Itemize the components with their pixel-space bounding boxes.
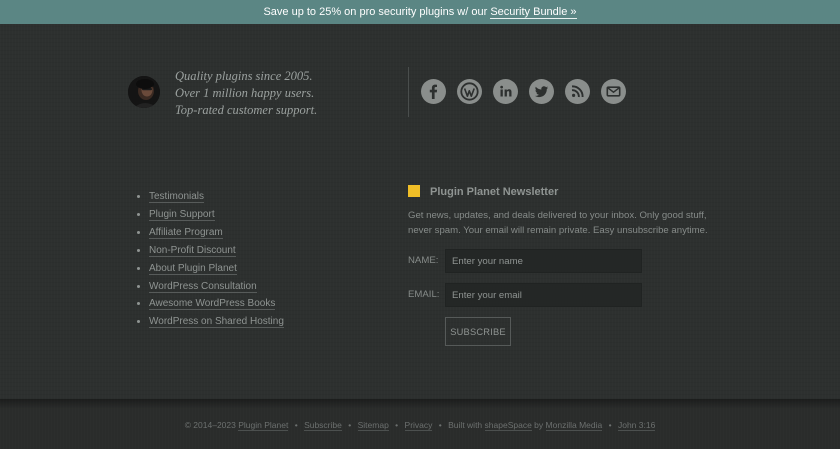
newsletter-description: Get news, updates, and deals delivered t… (408, 210, 708, 236)
newsletter-accent-square (408, 185, 420, 197)
page: Save up to 25% on pro security plugins w… (0, 0, 840, 472)
link-testimonials[interactable]: Testimonials (149, 191, 205, 203)
link-wordpress-consultation[interactable]: WordPress Consultation (149, 280, 257, 293)
link-awesome-wordpress-books[interactable]: Awesome WordPress Books (149, 298, 276, 311)
page-bottom (0, 449, 840, 472)
copyright-line: © 2014–2023 Plugin Planet • Subscribe • … (0, 419, 840, 431)
copyright-bar: © 2014–2023 Plugin Planet • Subscribe • … (0, 399, 840, 449)
linkedin-icon[interactable] (493, 79, 518, 104)
by-text: by (534, 420, 544, 430)
separator: • (395, 420, 399, 430)
newsletter-title: Plugin Planet Newsletter (430, 186, 559, 198)
separator: • (438, 420, 442, 430)
link-plugin-support[interactable]: Plugin Support (149, 208, 215, 221)
list-item: Awesome WordPress Books (149, 295, 284, 313)
verse-link[interactable]: John 3:16 (617, 420, 656, 431)
name-label: NAME: (408, 255, 439, 266)
list-item: Testimonials (149, 188, 284, 206)
privacy-link[interactable]: Privacy (404, 420, 433, 431)
promo-text: Save up to 25% on pro security plugins w… (263, 6, 488, 18)
link-wordpress-shared-hosting[interactable]: WordPress on Shared Hosting (149, 316, 284, 329)
site-link[interactable]: Plugin Planet (238, 420, 289, 431)
link-affiliate-program[interactable]: Affiliate Program (149, 226, 223, 239)
subscribe-link[interactable]: Subscribe (304, 420, 342, 431)
social-links (421, 79, 626, 104)
footer-links: Testimonials Plugin Support Affiliate Pr… (138, 188, 284, 331)
tagline-line: Quality plugins since 2005. (175, 69, 313, 83)
link-non-profit-discount[interactable]: Non-Profit Discount (149, 244, 236, 257)
sitemap-link[interactable]: Sitemap (357, 420, 389, 431)
shapespace-link[interactable]: shapeSpace (484, 420, 532, 431)
list-item: About Plugin Planet (149, 260, 284, 278)
wordpress-icon[interactable] (457, 79, 482, 104)
list-item: Affiliate Program (149, 224, 284, 242)
facebook-icon[interactable] (421, 79, 446, 104)
list-item: WordPress on Shared Hosting (149, 313, 284, 331)
monzilla-link[interactable]: Monzilla Media (545, 420, 603, 431)
list-item: WordPress Consultation (149, 278, 284, 296)
name-field[interactable] (445, 249, 642, 273)
vertical-divider (408, 67, 409, 117)
email-field[interactable] (445, 283, 642, 307)
twitter-icon[interactable] (529, 79, 554, 104)
rss-icon[interactable] (565, 79, 590, 104)
security-bundle-link[interactable]: Security Bundle » (490, 6, 577, 19)
footer-main: Quality plugins since 2005. Over 1 milli… (0, 24, 840, 399)
email-icon[interactable] (601, 79, 626, 104)
avatar (128, 76, 160, 108)
email-label: EMAIL: (408, 289, 440, 300)
separator: • (348, 420, 352, 430)
promo-banner: Save up to 25% on pro security plugins w… (0, 0, 840, 24)
separator: • (294, 420, 298, 430)
copyright-text: © 2014–2023 (184, 420, 236, 430)
built-with-text: Built with (448, 420, 483, 430)
separator: • (608, 420, 612, 430)
link-about-plugin-planet[interactable]: About Plugin Planet (149, 262, 237, 275)
list-item: Non-Profit Discount (149, 242, 284, 260)
tagline-line: Over 1 million happy users. (175, 86, 315, 100)
tagline-line: Top-rated customer support. (175, 103, 318, 117)
list-item: Plugin Support (149, 206, 284, 224)
subscribe-button[interactable]: SUBSCRIBE (445, 317, 511, 346)
tagline: Quality plugins since 2005. Over 1 milli… (175, 68, 317, 119)
